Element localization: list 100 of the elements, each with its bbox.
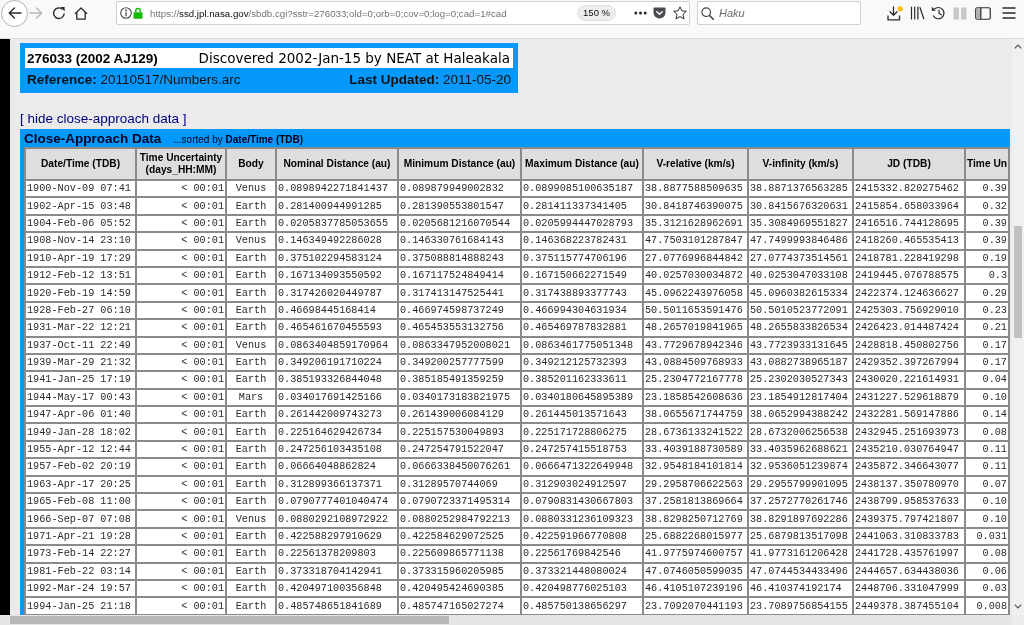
discovery-note: Discovered 2002-Jan-15 by NEAT at Haleakala: [198, 50, 510, 66]
more-dots-icon[interactable]: [634, 11, 647, 15]
zoom-reset-button[interactable]: 150 %: [577, 5, 616, 21]
table-cell: Earth: [226, 562, 276, 580]
table-cell: < 00:01: [136, 214, 226, 233]
table-cell: 0.466994304631934: [521, 301, 643, 320]
table-cell: 0.466974598737249: [398, 301, 521, 320]
horizontal-scrollbar[interactable]: [0, 615, 1012, 625]
sort-note: ...sorted by Date/Time (TDB): [173, 132, 304, 145]
table-cell: Earth: [226, 545, 276, 563]
table-cell: 0.422591966770808: [521, 527, 643, 546]
history-icon[interactable]: [931, 6, 946, 20]
table-cell: 2432281.569147886: [853, 406, 965, 424]
back-button[interactable]: [1, 0, 28, 27]
info-icon[interactable]: [120, 7, 132, 19]
chevron-up-icon[interactable]: [1014, 44, 1022, 49]
table-cell: 0.08: [965, 545, 1009, 563]
table-cell: 2430020.221614931: [853, 371, 965, 389]
table-cell: < 00:01: [136, 388, 226, 407]
table-cell: 1973-Feb-14 22:27: [25, 545, 136, 563]
table-cell: 43.0882738965187: [748, 353, 853, 372]
table-cell: 1908-Nov-14 23:10: [25, 232, 136, 250]
table-cell: 0.031: [965, 527, 1009, 546]
table-cell: 41.9773161206428: [748, 545, 853, 563]
table-cell: 2438137.350780970: [853, 475, 965, 494]
table-cell: 0.10: [965, 388, 1009, 407]
star-icon[interactable]: [673, 6, 687, 20]
table-cell: 2418260.465535413: [853, 232, 965, 250]
table-cell: < 00:01: [136, 249, 226, 267]
table-cell: 0.373321448080024: [521, 562, 643, 580]
table-cell: 0.312899366137371: [276, 475, 398, 494]
table-cell: 37.2581813869664: [643, 493, 748, 511]
table-cell: 0.11: [965, 440, 1009, 459]
library-icon[interactable]: [910, 6, 925, 20]
column-header: Time Uncertainty (days_HH:MM): [136, 148, 226, 180]
table-cell: 0.11: [965, 458, 1009, 476]
table-cell: 0.39: [965, 232, 1009, 250]
table-cell: 1920-Feb-19 14:59: [25, 284, 136, 302]
table-cell: 46.4105107239196: [643, 580, 748, 598]
table-cell: < 00:01: [136, 197, 226, 215]
table-cell: 25.2302030527343: [748, 371, 853, 389]
home-icon[interactable]: [74, 6, 88, 20]
table-cell: 0.21: [965, 319, 1009, 337]
table-cell: 0.261439006084129: [398, 406, 521, 424]
sidebar-icon[interactable]: [975, 6, 991, 20]
table-cell: 0.167150662271549: [521, 266, 643, 285]
table-cell: 0.0340173183821975: [398, 388, 521, 407]
table-cell: 0.17: [965, 353, 1009, 372]
table-cell: 1941-Jan-25 17:19: [25, 371, 136, 389]
table-cell: 47.7499993846486: [748, 232, 853, 250]
search-field[interactable]: Haku: [697, 1, 861, 25]
table-cell: < 00:01: [136, 458, 226, 476]
table-cell: 38.8298250712769: [643, 510, 748, 528]
table-cell: 0.225164629426734: [276, 423, 398, 441]
table-cell: 0.373315960205985: [398, 562, 521, 580]
table-cell: Earth: [226, 493, 276, 511]
table-cell: 0.281400944991285: [276, 197, 398, 215]
table-cell: 45.0960382615334: [748, 284, 853, 302]
table-cell: 0.349200257777599: [398, 353, 521, 372]
table-cell: 2448706.331047999: [853, 580, 965, 598]
download-icon[interactable]: [887, 5, 903, 21]
table-cell: 0.04: [965, 371, 1009, 389]
hide-close-approach-link[interactable]: [ hide close-approach data ]: [20, 110, 187, 127]
menu-icon[interactable]: [1002, 7, 1016, 19]
table-cell: Earth: [226, 475, 276, 494]
table-cell: 2429352.397267994: [853, 353, 965, 372]
chevron-down-icon[interactable]: [1014, 604, 1022, 609]
table-cell: 1931-Mar-22 12:21: [25, 319, 136, 337]
reload-icon[interactable]: [52, 6, 66, 20]
table-cell: Earth: [226, 458, 276, 476]
table-cell: 43.7729678942346: [643, 336, 748, 354]
table-cell: 2416516.744128695: [853, 214, 965, 233]
section-title: Close-Approach Data: [24, 130, 162, 146]
table-cell: 0.146368223782431: [521, 232, 643, 250]
table-cell: 1937-Oct-11 22:49: [25, 336, 136, 354]
vertical-scrollbar[interactable]: [1012, 39, 1024, 615]
column-header: Time Un: [965, 148, 1009, 180]
table-cell: 47.7503101287847: [643, 232, 748, 250]
table-cell: 0.146330761684143: [398, 232, 521, 250]
table-cell: 23.1858542608636: [643, 388, 748, 407]
table-cell: < 00:01: [136, 545, 226, 563]
table-cell: 0.422588297910629: [276, 527, 398, 546]
table-cell: 1965-Feb-08 11:00: [25, 493, 136, 511]
table-cell: 2428818.450802756: [853, 336, 965, 354]
table-cell: 1928-Feb-27 06:10: [25, 301, 136, 320]
table-cell: 2444657.634438036: [853, 562, 965, 580]
table-cell: 0.07: [965, 475, 1009, 494]
table-cell: 0.10: [965, 493, 1009, 511]
table-cell: 0.0205837785053655: [276, 214, 398, 233]
address-bar[interactable]: https://ssd.jpl.nasa.gov/sbdb.cgi?sstr=276033;old=0;orb=0;cov=0;log=0;cad=1#cad 150 %: [116, 1, 690, 25]
table-cell: 40.0253047033108: [748, 266, 853, 285]
table-cell: 38.8871376563285: [748, 180, 853, 198]
pocket-icon[interactable]: [653, 7, 666, 19]
table-cell: 43.0884509768933: [643, 353, 748, 372]
table-cell: 0.261442009743273: [276, 406, 398, 424]
table-cell: 29.2958706622563: [643, 475, 748, 494]
scrollbar-thumb[interactable]: [1014, 226, 1022, 338]
scrollbar-thumb[interactable]: [10, 616, 449, 624]
table-cell: 0.39: [965, 180, 1009, 198]
table-cell: 0.17: [965, 336, 1009, 354]
